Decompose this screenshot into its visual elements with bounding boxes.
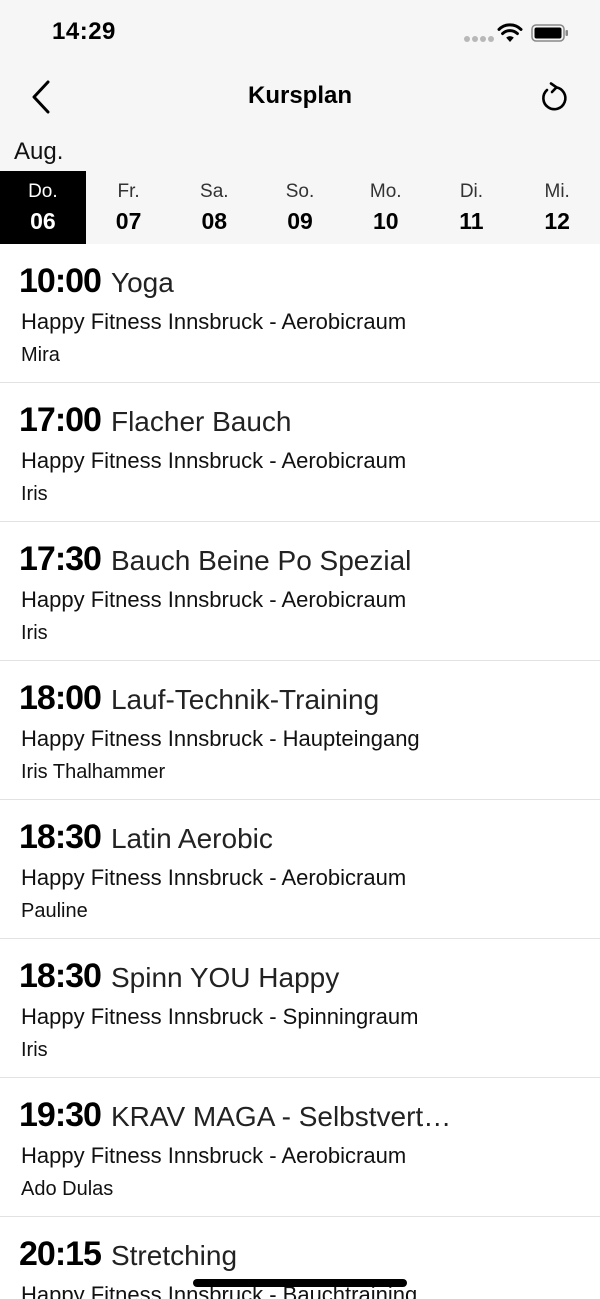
refresh-button[interactable] — [530, 74, 578, 122]
day-name: Mo. — [369, 180, 402, 202]
day-number: 12 — [544, 207, 570, 234]
month-label: Aug. — [14, 138, 64, 165]
course-name: Stretching — [110, 1240, 238, 1271]
course-header: 18:30 Latin Aerobic — [19, 818, 580, 857]
day-name: Do. — [28, 180, 58, 202]
screen: 14:29 Kursplan Aug. Do. 06 Fr. 07 Sa. 08… — [0, 0, 600, 1299]
course-location: Happy Fitness Innsbruck - Aerobicraum — [21, 448, 407, 473]
course-time: 18:30 — [19, 957, 102, 995]
course-time: 17:30 — [19, 540, 102, 578]
course-trainer: Ado Dulas — [21, 1178, 114, 1200]
course-time: 18:30 — [19, 818, 102, 856]
day-item-06[interactable]: Do. 06 — [0, 171, 86, 244]
day-item-10[interactable]: Mo. 10 — [343, 171, 429, 244]
course-location: Happy Fitness Innsbruck - Aerobicraum — [21, 309, 407, 334]
day-name: Mi. — [544, 180, 570, 202]
day-name: Di. — [459, 180, 484, 202]
course-name: Bauch Beine Po Spezial — [110, 545, 412, 576]
course-header: 20:15 Stretching — [19, 1235, 580, 1274]
refresh-icon — [542, 82, 567, 111]
home-indicator[interactable] — [193, 1279, 407, 1287]
course-header: 17:30 Bauch Beine Po Spezial — [19, 540, 580, 579]
day-number: 11 — [459, 207, 484, 234]
course-location: Happy Fitness Innsbruck - Aerobicraum — [21, 587, 407, 612]
course-item[interactable]: 17:30 Bauch Beine Po Spezial Happy Fitness… — [0, 522, 600, 661]
day-number: 10 — [372, 207, 399, 234]
course-trainer: Iris — [21, 1039, 48, 1061]
course-name: Yoga — [110, 267, 174, 298]
course-location: Happy Fitness Innsbruck - Haupteingang — [21, 726, 420, 751]
battery-icon — [531, 24, 568, 42]
day-item-07[interactable]: Fr. 07 — [86, 171, 172, 244]
course-name: Spinn YOU Happy — [110, 962, 340, 993]
back-button[interactable] — [18, 74, 64, 120]
status-bar: 14:29 — [0, 0, 600, 66]
course-trainer: Iris Thalhammer — [21, 761, 166, 783]
page-title: Kursplan — [247, 82, 352, 109]
month-bar: Aug. — [0, 128, 600, 171]
course-item[interactable]: 17:00 Flacher Bauch Happy Fitness Innsbruc… — [0, 383, 600, 522]
day-name: Fr. — [117, 180, 140, 202]
day-item-09[interactable]: So. 09 — [257, 171, 343, 244]
course-time: 17:00 — [19, 401, 102, 439]
course-name: KRAV MAGA - Selbstvert… — [110, 1101, 452, 1132]
course-trainer: Pauline — [21, 900, 88, 922]
day-number: 09 — [287, 207, 313, 234]
course-header: 19:30 KRAV MAGA - Selbstvert… — [19, 1096, 580, 1135]
status-time: 14:29 — [52, 18, 116, 45]
course-time: 18:00 — [19, 679, 102, 717]
course-trainer: Iris — [21, 622, 48, 644]
day-item-12[interactable]: Mi. 12 — [514, 171, 600, 244]
course-location: Happy Fitness Innsbruck - Aerobicraum — [21, 865, 407, 890]
course-name: Latin Aerobic — [110, 823, 273, 854]
day-number: 08 — [201, 207, 228, 234]
day-name: So. — [285, 180, 315, 202]
course-location: Happy Fitness Innsbruck - Spinningraum — [21, 1004, 419, 1029]
course-location: Happy Fitness Innsbruck - Aerobicraum — [21, 1143, 407, 1168]
course-time: 10:00 — [19, 262, 102, 300]
wifi-icon — [497, 23, 523, 42]
course-item[interactable]: 19:30 KRAV MAGA - Selbstvert… Happy Fitnes… — [0, 1078, 600, 1217]
course-item[interactable]: 18:30 Spinn YOU Happy Happy Fitness Innsbr… — [0, 939, 600, 1078]
course-header: 18:30 Spinn YOU Happy — [19, 957, 580, 996]
course-header: 17:00 Flacher Bauch — [19, 401, 580, 440]
course-header: 10:00 Yoga — [19, 262, 580, 301]
day-selector: Do. 06 Fr. 07 Sa. 08 So. 09 Mo. 10 Di. 11 Mi. 12 — [0, 171, 600, 244]
day-number: 06 — [30, 207, 56, 234]
cellular-signal-icon — [464, 36, 494, 42]
course-name: Lauf-Technik-Training — [110, 684, 380, 715]
course-trainer: Mira — [21, 344, 60, 366]
chevron-left-icon — [32, 80, 50, 114]
day-item-08[interactable]: Sa. 08 — [171, 171, 257, 244]
course-header: 18:00 Lauf-Technik-Training — [19, 679, 580, 718]
course-name: Flacher Bauch — [110, 406, 292, 437]
day-item-11[interactable]: Di. 11 — [429, 171, 515, 244]
course-time: 20:15 — [19, 1235, 102, 1273]
course-item[interactable]: 10:00 Yoga Happy Fitness Innsbruck - Aerob… — [0, 244, 600, 383]
course-item[interactable]: 18:00 Lauf-Technik-Training Happy Fitness … — [0, 661, 600, 800]
course-item[interactable]: 18:30 Latin Aerobic Happy Fitness Innsbruc… — [0, 800, 600, 939]
day-number: 07 — [115, 207, 142, 234]
day-name: Sa. — [200, 180, 229, 202]
course-time: 19:30 — [19, 1096, 102, 1134]
nav-bar: Kursplan — [0, 66, 600, 128]
course-list: 10:00 Yoga Happy Fitness Innsbruck - Aerob… — [0, 244, 600, 1299]
course-trainer: Iris — [21, 483, 48, 505]
